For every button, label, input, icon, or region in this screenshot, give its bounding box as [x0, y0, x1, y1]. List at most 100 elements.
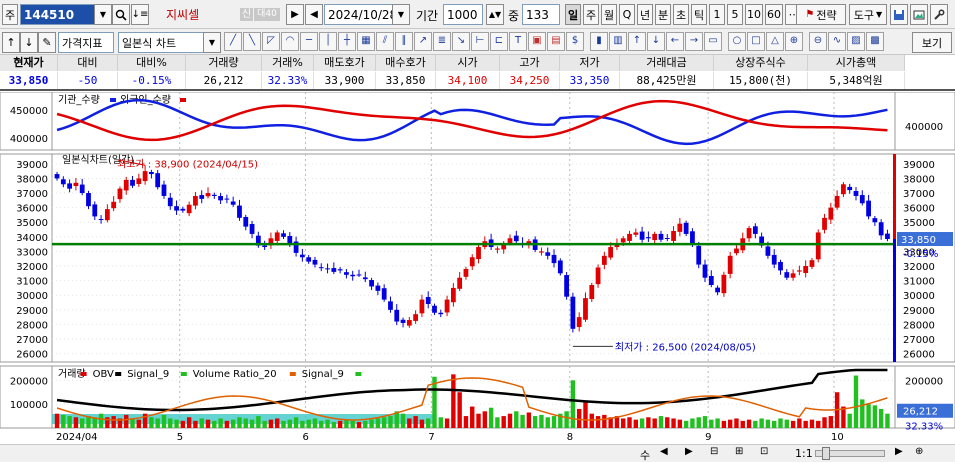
next-arrow-icon[interactable]: ▶ [286, 4, 304, 25]
period-tab[interactable]: 분 [655, 4, 671, 25]
palette-icon[interactable]: ▣ [528, 32, 546, 51]
fibo-icon[interactable]: ≣ [433, 32, 451, 51]
down-icon[interactable]: ↓ [20, 32, 38, 53]
candle-body [381, 288, 387, 300]
indicator-select[interactable]: 가격지표 [58, 32, 114, 53]
cycle-icon[interactable]: ⊏ [490, 32, 508, 51]
period-spin-icon[interactable]: ▲▼ [486, 4, 504, 25]
bar-icon[interactable]: ▮ [590, 32, 608, 51]
volume-legend-swatch [180, 372, 187, 376]
rect-icon[interactable]: □ [747, 32, 765, 51]
period-tab[interactable]: 월 [601, 4, 617, 25]
text-icon[interactable]: T [509, 32, 527, 51]
zoom-icon[interactable]: ⊕ [785, 32, 803, 51]
trend-icon[interactable]: ╲ [243, 32, 261, 51]
chart-type-select[interactable]: 일본식 차트 [118, 32, 204, 53]
doc-icon[interactable]: ▭ [704, 32, 722, 51]
ray-icon[interactable]: ↗ [414, 32, 432, 51]
period-tab[interactable]: 60 [765, 4, 783, 25]
zoom-in-icon[interactable]: ⊞ [735, 446, 743, 457]
stock-code-input[interactable]: 144510 [20, 4, 100, 25]
stack-icon[interactable]: ▥ [609, 32, 627, 51]
stock-chart[interactable]: 2024/04 5 6 7 8 9 10 39000 39000 38000 38000 37000 3… [0, 92, 955, 444]
note-icon[interactable]: ▤ [547, 32, 565, 51]
arrow-icon[interactable]: ↘ [452, 32, 470, 51]
image-icon[interactable] [910, 4, 928, 25]
date-input[interactable]: 2024/10/28 [324, 4, 397, 25]
count-input[interactable]: 133 [522, 4, 560, 25]
down-arrow-icon[interactable]: ↓ [647, 32, 665, 51]
fan-icon[interactable]: ◸ [262, 32, 280, 51]
grid-icon[interactable]: ▦ [357, 32, 375, 51]
volume-bar [306, 419, 311, 428]
scroll-right-icon[interactable]: ▶ [685, 446, 693, 457]
scroll-home-icon[interactable]: ⊕ [915, 446, 923, 457]
price-tick-label-right: 35000 [903, 218, 935, 229]
up-arrow-icon[interactable]: ↑ [628, 32, 646, 51]
tools-button[interactable]: 도구 ▼ [849, 4, 887, 25]
period-tab[interactable]: 10 [745, 4, 763, 25]
fit-icon[interactable]: ⊡ [760, 446, 768, 457]
cross-icon[interactable]: ┼ [338, 32, 356, 51]
volume-bar [564, 411, 569, 428]
volume-bar [734, 418, 739, 428]
candle-body [576, 317, 582, 328]
triangle-icon[interactable]: △ [766, 32, 784, 51]
volume-bar [212, 420, 217, 428]
scroll-left-icon[interactable]: ◀ [660, 446, 668, 457]
candle-body [589, 285, 595, 300]
count-label: 중 [508, 9, 520, 23]
right-arrow-icon[interactable]: → [685, 32, 703, 51]
chart-icon[interactable]: ▨ [847, 32, 865, 51]
vline-icon[interactable]: │ [319, 32, 337, 51]
prev-arrow-icon[interactable]: ◀ [305, 4, 323, 25]
pane-frame [51, 92, 896, 151]
period-tab[interactable]: 틱 [691, 4, 707, 25]
save-icon[interactable] [890, 4, 908, 25]
period-tab[interactable]: 1 [709, 4, 725, 25]
code-dropdown-icon[interactable]: ▼ [94, 4, 112, 25]
view-button[interactable]: 보기 [912, 32, 952, 53]
volume-bar [312, 418, 318, 428]
candle-body [683, 222, 689, 234]
period-tab[interactable]: Q [619, 4, 635, 25]
period-tab[interactable]: 주 [583, 4, 599, 25]
zoom-out-icon[interactable]: ⊟ [710, 446, 718, 457]
date-dropdown-icon[interactable]: ▼ [392, 4, 410, 25]
signal-icon[interactable]: ∿ [828, 32, 846, 51]
period-tab[interactable]: 초 [673, 4, 689, 25]
parallel-icon[interactable]: ∥ [395, 32, 413, 51]
channel-icon[interactable]: ⫽ [376, 32, 394, 51]
search-icon[interactable] [112, 4, 130, 25]
volume-bar [532, 416, 538, 428]
period-tab[interactable]: 년 [637, 4, 653, 25]
left-arrow-icon[interactable]: ← [666, 32, 684, 51]
period-input[interactable]: 1000 [443, 4, 483, 25]
panel-icon[interactable]: ▩ [866, 32, 884, 51]
volume-bar [696, 417, 701, 428]
volume-bar [256, 416, 261, 428]
line-icon[interactable]: ╱ [224, 32, 242, 51]
flow-legend-swatch [180, 98, 186, 102]
settings-wrench-icon[interactable] [930, 4, 948, 25]
magnifier-icon[interactable]: ⊖ [809, 32, 827, 51]
curve-icon[interactable]: ◠ [281, 32, 299, 51]
circle-icon[interactable]: ○ [728, 32, 746, 51]
candle-body [847, 186, 853, 191]
market-selector[interactable]: 주 [2, 4, 18, 25]
edit-icon[interactable]: ✎ [38, 32, 56, 53]
retrace-icon[interactable]: ⊢ [471, 32, 489, 51]
scroll-end-icon[interactable]: ▶ [895, 446, 903, 457]
price-icon[interactable]: $ [566, 32, 584, 51]
zoom-slider-thumb[interactable] [822, 447, 830, 460]
zoom-slider[interactable] [815, 447, 885, 460]
volume-bar [224, 420, 230, 428]
chart-type-dropdown-icon[interactable]: ▼ [203, 32, 221, 53]
sort-icon[interactable]: ↓≡ [131, 4, 149, 25]
strategy-button[interactable]: ⚑ 전략 [796, 4, 846, 25]
period-tab[interactable]: 일 [565, 4, 581, 25]
up-icon[interactable]: ↑ [2, 32, 20, 53]
quote-header: 매도호가 [314, 55, 376, 71]
hline-icon[interactable]: ─ [300, 32, 318, 51]
period-tab[interactable]: 5 [727, 4, 743, 25]
